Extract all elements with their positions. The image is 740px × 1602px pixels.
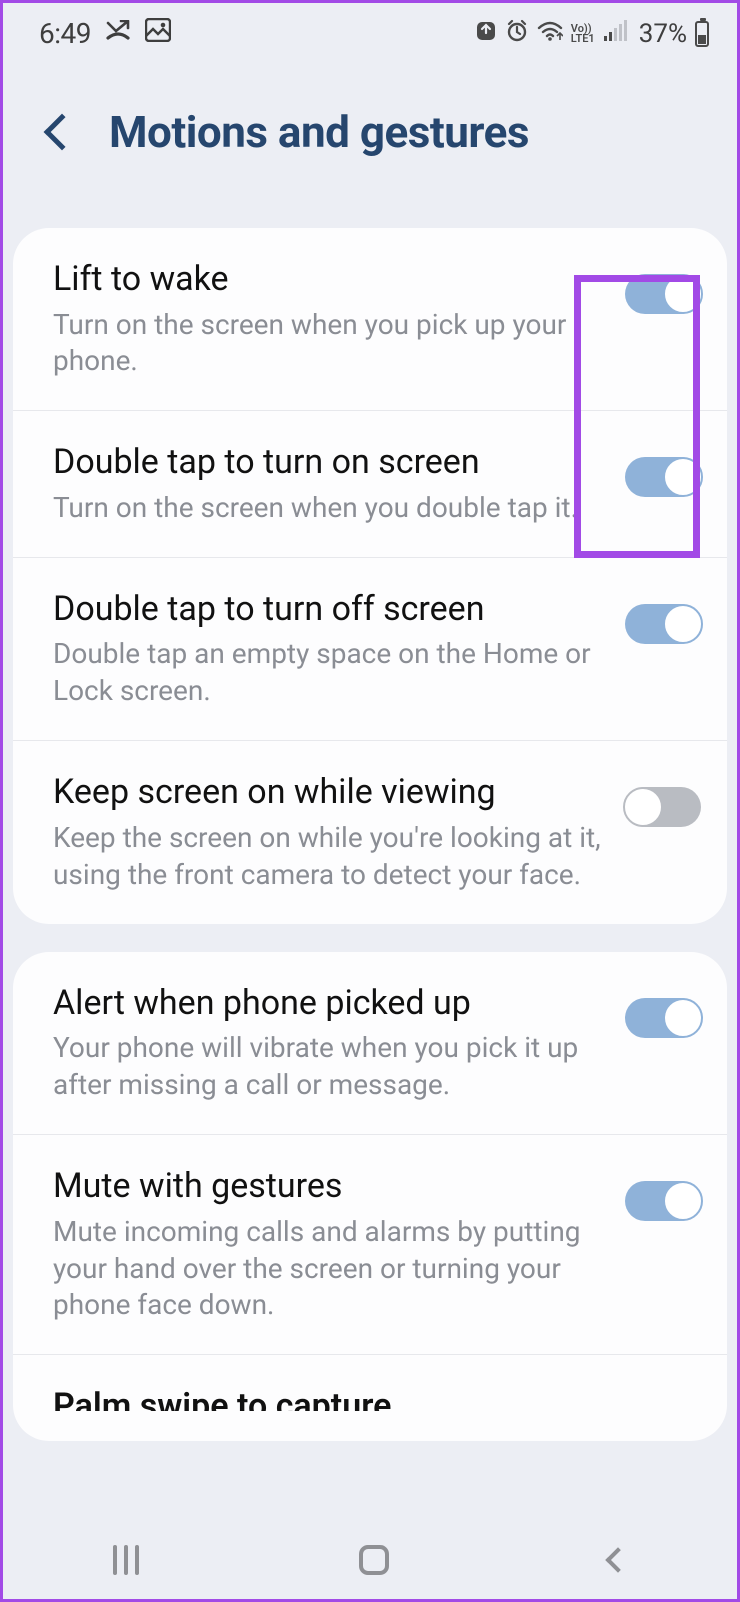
row-desc: Keep the screen on while you're looking … [53,820,605,894]
row-title: Double tap to turn off screen [53,588,605,631]
row-title: Keep screen on while viewing [53,771,605,814]
alarm-icon [505,19,529,49]
row-title: Mute with gestures [53,1165,605,1208]
row-double-tap-off[interactable]: Double tap to turn off screen Double tap… [13,558,727,741]
status-bar: 6:49 Vo))LTE1 37% [3,3,737,60]
row-title: Alert when phone picked up [53,982,605,1025]
row-desc: Your phone will vibrate when you pick it… [53,1030,605,1104]
row-desc: Turn on the screen when you double tap i… [53,490,605,527]
header: Motions and gestures [3,60,737,228]
row-desc: Turn on the screen when you pick up your… [53,307,605,381]
toggle-lift-to-wake[interactable] [625,274,701,314]
status-right: Vo))LTE1 37% [475,19,709,49]
toggle-keep-screen-on[interactable] [625,787,701,827]
screen: 6:49 Vo))LTE1 37% [0,0,740,1602]
status-left: 6:49 [39,17,171,50]
row-lift-to-wake[interactable]: Lift to wake Turn on the screen when you… [13,228,727,411]
settings-group-2: Alert when phone picked up Your phone wi… [13,952,727,1442]
row-desc: Double tap an empty space on the Home or… [53,636,605,710]
toggle-double-tap-off[interactable] [625,604,701,644]
row-desc: Mute incoming calls and alarms by puttin… [53,1214,605,1325]
row-title: Lift to wake [53,258,605,301]
signal-icon [603,20,627,48]
row-palm-swipe[interactable]: Palm swipe to capture [13,1355,727,1441]
battery-icon [695,21,709,47]
nav-recent-button[interactable] [113,1545,139,1575]
row-alert-picked-up[interactable]: Alert when phone picked up Your phone wi… [13,952,727,1135]
missed-call-icon [105,19,131,49]
settings-group-1: Lift to wake Turn on the screen when you… [13,228,727,924]
battery-percent: 37% [639,19,687,49]
row-title: Palm swipe to capture [53,1385,701,1411]
back-button[interactable] [44,114,81,151]
row-title: Double tap to turn on screen [53,441,605,484]
wifi-icon [537,20,563,48]
row-mute-gestures[interactable]: Mute with gestures Mute incoming calls a… [13,1135,727,1355]
toggle-double-tap-on[interactable] [625,457,701,497]
row-keep-screen-on[interactable]: Keep screen on while viewing Keep the sc… [13,741,727,923]
navigation-bar [3,1521,737,1599]
app-update-icon [475,20,497,48]
volte-label: Vo))LTE1 [571,24,595,44]
nav-home-button[interactable] [359,1545,389,1575]
nav-back-button[interactable] [605,1547,630,1572]
toggle-alert-picked-up[interactable] [625,998,701,1038]
row-double-tap-on[interactable]: Double tap to turn on screen Turn on the… [13,411,727,557]
toggle-mute-gestures[interactable] [625,1181,701,1221]
page-title: Motions and gestures [109,106,529,158]
status-time: 6:49 [39,17,91,50]
image-icon [145,18,171,49]
